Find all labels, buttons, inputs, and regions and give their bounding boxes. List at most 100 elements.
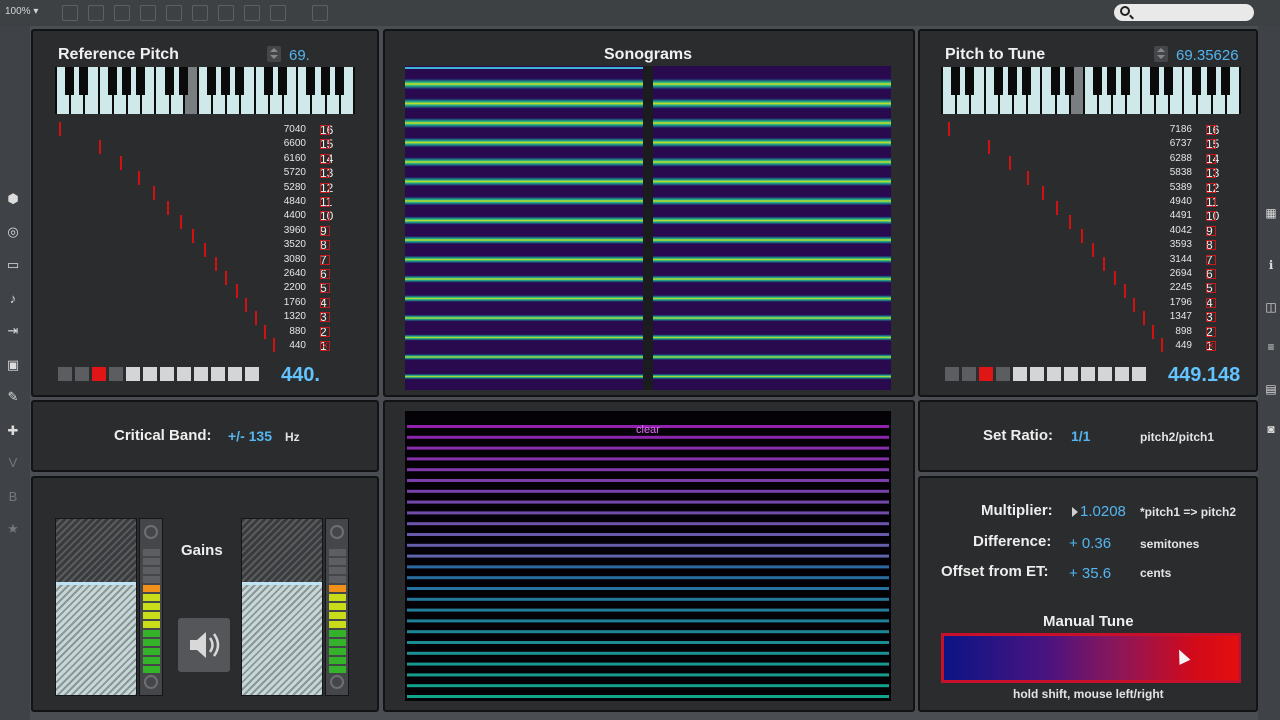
piano-black-key[interactable] <box>65 67 75 95</box>
harmonic-swatch[interactable] <box>160 367 174 381</box>
harmonic-swatch[interactable] <box>1081 367 1095 381</box>
harmonic-checkbox[interactable] <box>1206 297 1216 308</box>
meter-top-knob[interactable] <box>330 525 344 539</box>
piano-black-key[interactable] <box>1022 67 1032 95</box>
harmonic-checkbox[interactable] <box>320 254 330 265</box>
harmonic-checkbox[interactable] <box>320 182 330 193</box>
attachment-icon[interactable]: ✎ <box>6 390 20 404</box>
meter-bottom-knob[interactable] <box>144 675 158 689</box>
package-icon[interactable]: ⬢ <box>6 192 20 206</box>
meter-bottom-knob[interactable] <box>330 675 344 689</box>
harmonic-checkbox[interactable] <box>1206 182 1216 193</box>
harmonic-swatch[interactable] <box>75 367 89 381</box>
piano-black-key[interactable] <box>1107 67 1117 95</box>
harmonic-checkbox[interactable] <box>1206 269 1216 279</box>
play-icon[interactable] <box>192 5 208 21</box>
harmonic-checkbox-checked[interactable]: × <box>1206 341 1216 352</box>
piano-black-key[interactable] <box>1192 67 1202 95</box>
harmonic-checkbox[interactable] <box>1206 254 1216 265</box>
piano-black-key[interactable] <box>1050 67 1060 95</box>
piano-black-key[interactable] <box>1149 67 1159 95</box>
piano-black-key[interactable] <box>1220 67 1230 95</box>
harmonic-checkbox[interactable] <box>1206 326 1216 337</box>
info-icon[interactable]: ℹ <box>1264 258 1278 272</box>
paint-icon[interactable] <box>312 5 328 21</box>
piano-black-key[interactable] <box>79 67 89 95</box>
v-icon[interactable]: V <box>6 456 20 470</box>
panel-icon[interactable]: ▤ <box>1264 382 1278 396</box>
piano-black-key[interactable] <box>1007 67 1017 95</box>
audio-toggle-button[interactable] <box>178 618 230 672</box>
music-note-icon[interactable]: ♪ <box>6 292 20 306</box>
harmonic-swatch-selected[interactable] <box>979 367 993 381</box>
harmonic-checkbox[interactable] <box>1206 168 1216 179</box>
piano-black-key[interactable] <box>278 67 288 95</box>
harmonic-swatch[interactable] <box>194 367 208 381</box>
left-gain-fader[interactable] <box>55 518 137 696</box>
harmonic-swatch[interactable] <box>1132 367 1146 381</box>
harmonic-swatch-selected[interactable] <box>92 367 106 381</box>
harmonic-checkbox[interactable] <box>320 225 330 236</box>
camera-icon[interactable]: ◙ <box>1264 422 1278 436</box>
harmonic-checkbox[interactable] <box>320 139 330 150</box>
critical-band-value[interactable]: +/- 135 <box>228 428 272 444</box>
grid-view-icon[interactable]: ▦ <box>1264 206 1278 220</box>
piano-black-key[interactable] <box>993 67 1003 95</box>
piano-black-key[interactable] <box>121 67 131 95</box>
multiplier-arrow-icon[interactable] <box>1072 507 1078 517</box>
manual-tune-bar[interactable] <box>941 633 1241 683</box>
harmonic-checkbox[interactable] <box>1206 225 1216 236</box>
harmonic-swatch[interactable] <box>211 367 225 381</box>
sequence-icon[interactable]: ⇥ <box>6 324 20 338</box>
piano-black-key[interactable] <box>235 67 245 95</box>
zoom-select[interactable]: 100% ▾ <box>5 6 38 17</box>
harmonic-swatch[interactable] <box>1064 367 1078 381</box>
clear-button[interactable]: clear <box>636 424 660 436</box>
comment-icon[interactable] <box>114 5 130 21</box>
add-icon[interactable] <box>270 5 286 21</box>
piano-black-key[interactable] <box>1206 67 1216 95</box>
multiplier-value[interactable]: 1.0208 <box>1080 503 1126 520</box>
piano-black-key[interactable] <box>221 67 231 95</box>
harmonic-swatch[interactable] <box>109 367 123 381</box>
star-icon[interactable]: ★ <box>6 522 20 536</box>
piano-black-key[interactable] <box>334 67 344 95</box>
harmonic-checkbox[interactable] <box>1206 125 1216 135</box>
harmonic-swatch[interactable] <box>1115 367 1129 381</box>
harmonic-checkbox[interactable] <box>320 211 330 222</box>
harmonic-checkbox[interactable] <box>320 283 330 294</box>
piano-black-key[interactable] <box>951 67 961 95</box>
piano-black-key[interactable] <box>1093 67 1103 95</box>
piano-black-key[interactable] <box>1121 67 1131 95</box>
harmonic-checkbox[interactable] <box>320 312 330 323</box>
reference-note-spinner[interactable] <box>267 46 281 62</box>
tune-midi-note[interactable]: 69.35626 <box>1176 47 1239 64</box>
harmonic-checkbox[interactable] <box>1206 312 1216 323</box>
harmonic-checkbox[interactable] <box>320 153 330 164</box>
harmonic-checkbox[interactable] <box>320 326 330 337</box>
harmonic-swatch[interactable] <box>245 367 259 381</box>
harmonic-checkbox[interactable] <box>1206 139 1216 150</box>
reference-keyboard[interactable] <box>55 67 355 114</box>
harmonic-checkbox[interactable] <box>320 269 330 279</box>
target-icon[interactable]: ◎ <box>6 225 20 239</box>
piano-black-key[interactable] <box>263 67 273 95</box>
grid-icon[interactable] <box>218 5 234 21</box>
piano-black-key[interactable] <box>1064 67 1074 95</box>
harmonic-swatch[interactable] <box>1098 367 1112 381</box>
set-ratio-value[interactable]: 1/1 <box>1071 428 1090 444</box>
piano-black-key[interactable] <box>965 67 975 95</box>
harmonic-swatch[interactable] <box>996 367 1010 381</box>
tune-keyboard[interactable] <box>941 67 1241 114</box>
harmonic-checkbox[interactable] <box>320 197 330 207</box>
harmonic-checkbox[interactable] <box>1206 211 1216 222</box>
b-icon[interactable]: B <box>6 490 20 504</box>
harmonic-swatch[interactable] <box>126 367 140 381</box>
harmonic-swatch[interactable] <box>945 367 959 381</box>
harmonic-checkbox[interactable] <box>320 240 330 251</box>
harmonic-swatch[interactable] <box>58 367 72 381</box>
image-icon[interactable]: ▣ <box>6 358 20 372</box>
select-icon[interactable] <box>166 5 182 21</box>
right-gain-fader[interactable] <box>241 518 323 696</box>
meter-top-knob[interactable] <box>144 525 158 539</box>
